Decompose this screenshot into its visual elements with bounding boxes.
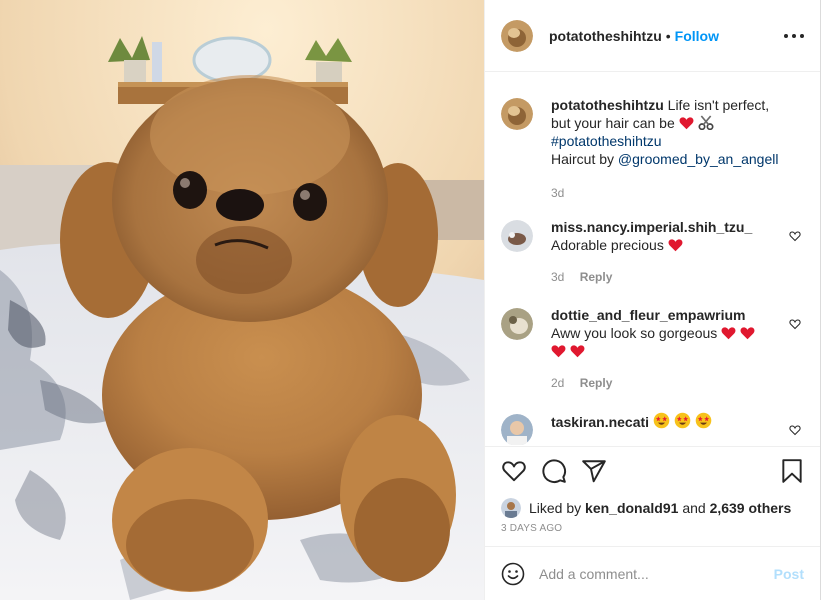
comments-list[interactable]: potatotheshihtzu Life isn't perfect, but… (485, 73, 820, 445)
comment-text: Aww you look so gorgeous (551, 325, 718, 341)
liker-avatar[interactable] (501, 498, 521, 518)
comment-username[interactable]: dottie_and_fleur_empawrium (551, 307, 746, 323)
author-username[interactable]: potatotheshihtzu (549, 28, 662, 44)
caption-username[interactable]: potatotheshihtzu (551, 97, 664, 113)
scissors-emoji (698, 115, 714, 130)
post-photo[interactable] (0, 0, 484, 600)
comment-body: miss.nancy.imperial.shih_tzu_ Adorable p… (551, 218, 781, 286)
red-heart-emoji (721, 327, 736, 340)
comment-username[interactable]: taskiran.necati (551, 414, 649, 430)
comment-body: taskiran.necati (551, 412, 781, 445)
commenter-avatar[interactable] (501, 220, 533, 252)
star-eyes-emoji (695, 412, 712, 429)
red-heart-emoji (551, 345, 566, 358)
comment-body: dottie_and_fleur_empawrium Aww you look … (551, 306, 781, 392)
liked-by-prefix: Liked by (529, 500, 582, 516)
comment-text: Adorable precious (551, 237, 664, 253)
caption-mention[interactable]: @groomed_by_an_angell (618, 151, 779, 167)
commenter-avatar[interactable] (501, 308, 533, 340)
caption-avatar[interactable] (501, 98, 533, 130)
star-eyes-emoji (674, 412, 691, 429)
comment-like-heart-icon[interactable] (789, 230, 801, 242)
share-icon[interactable] (581, 458, 607, 484)
reply-button[interactable]: Reply (580, 270, 613, 284)
post-actions (485, 446, 820, 489)
likes-count[interactable]: 2,639 others (710, 500, 792, 516)
follow-button[interactable]: Follow (675, 28, 719, 44)
author-avatar[interactable] (501, 19, 533, 52)
add-comment-bar: Post (485, 546, 820, 600)
comment-time: 2d (551, 376, 565, 390)
comment-item: taskiran.necati (501, 412, 801, 445)
comment-meta: 3d Reply (551, 268, 781, 286)
caption-credit-prefix: Haircut by (551, 151, 615, 167)
star-eyes-emoji (653, 412, 670, 429)
more-options-icon[interactable] (784, 26, 804, 46)
red-heart-emoji (668, 239, 683, 252)
instagram-post: potatotheshihtzu • Follow potatotheshiht… (0, 0, 821, 600)
caption-body: potatotheshihtzu Life isn't perfect, but… (551, 96, 781, 202)
caption-meta: 3d (551, 184, 781, 202)
post-header: potatotheshihtzu • Follow (485, 0, 820, 72)
comment-icon[interactable] (541, 458, 567, 484)
comment-time: 3d (551, 270, 565, 284)
reply-button[interactable]: Reply (580, 376, 613, 390)
heart-icon[interactable] (501, 458, 527, 484)
comment-username[interactable]: miss.nancy.imperial.shih_tzu_ (551, 219, 752, 235)
bookmark-icon[interactable] (779, 458, 805, 484)
add-comment-input[interactable] (539, 565, 749, 582)
comment-item: miss.nancy.imperial.shih_tzu_ Adorable p… (501, 218, 801, 286)
post-timestamp[interactable]: 3 DAYS AGO (501, 523, 562, 534)
caption: potatotheshihtzu Life isn't perfect, but… (501, 96, 801, 202)
red-heart-emoji (570, 345, 585, 358)
liked-by-user[interactable]: ken_donald91 (585, 500, 678, 516)
comment-like-heart-icon[interactable] (789, 318, 801, 330)
comment-meta: 2d Reply (551, 374, 781, 392)
action-icon-row (501, 457, 820, 489)
caption-time: 3d (551, 186, 565, 200)
red-heart-emoji (679, 117, 694, 130)
separator-dot: • (665, 27, 671, 44)
caption-hashtag[interactable]: #potatotheshihtzu (551, 133, 662, 149)
liked-by: Liked by ken_donald91 and 2,639 others (501, 498, 791, 518)
comment-item: dottie_and_fleur_empawrium Aww you look … (501, 306, 801, 392)
red-heart-emoji (740, 327, 755, 340)
post-side-panel: potatotheshihtzu • Follow potatotheshiht… (484, 0, 821, 600)
emoji-icon[interactable] (501, 562, 525, 586)
commenter-avatar[interactable] (501, 414, 533, 445)
comment-like-heart-icon[interactable] (789, 424, 801, 436)
dog-photo (0, 0, 484, 600)
liked-by-connector: and (682, 500, 706, 516)
post-comment-button[interactable]: Post (774, 566, 804, 582)
